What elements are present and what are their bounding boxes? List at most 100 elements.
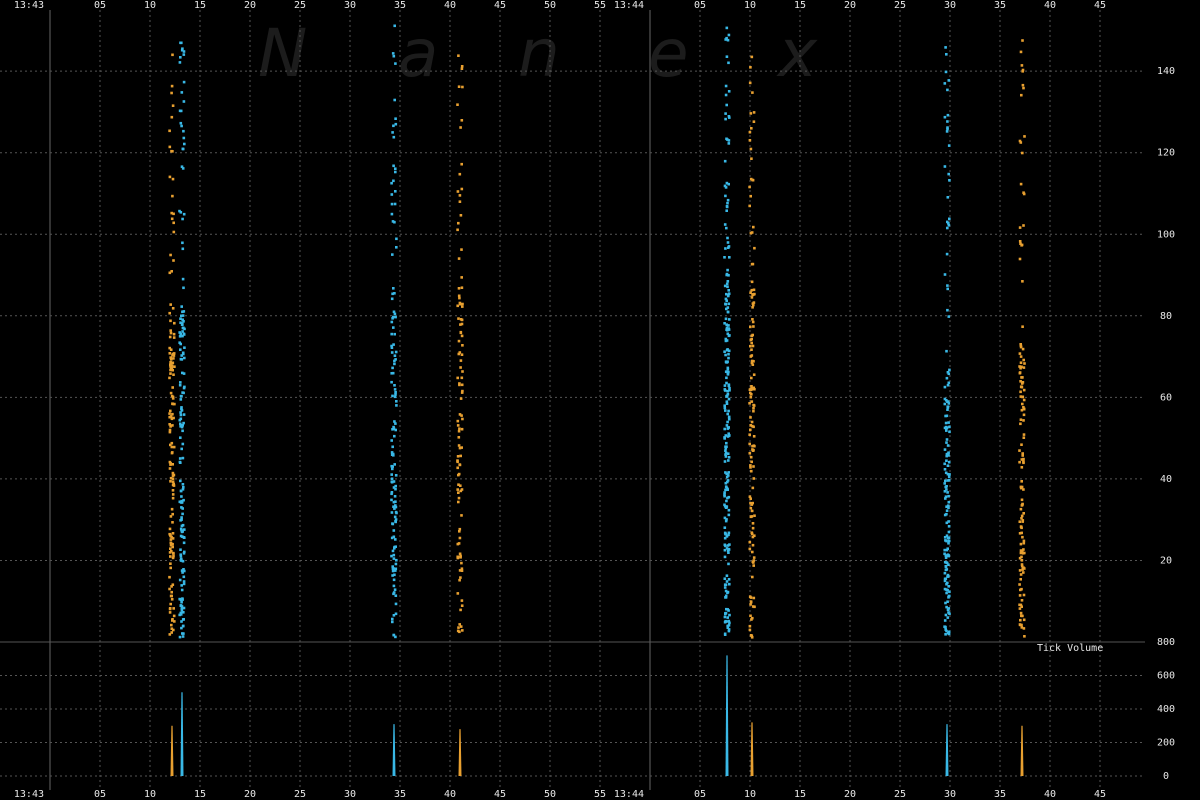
price-point — [391, 131, 394, 134]
tick-volume-title: Tick Volume — [1037, 643, 1103, 654]
price-point — [946, 581, 949, 585]
price-point — [748, 628, 752, 632]
price-point — [457, 317, 460, 320]
price-point — [945, 512, 948, 516]
price-point — [727, 551, 730, 554]
price-point — [748, 402, 751, 405]
price-point — [171, 150, 174, 153]
price-point — [1022, 618, 1026, 622]
price-point — [180, 165, 184, 168]
price-point — [750, 515, 754, 518]
price-point — [172, 212, 175, 216]
price-point — [726, 412, 729, 416]
price-point — [168, 352, 172, 355]
price-point — [168, 428, 172, 432]
price-point — [171, 354, 174, 357]
price-point — [390, 473, 393, 476]
price-point — [945, 591, 948, 595]
price-point — [169, 358, 173, 361]
price-point — [751, 344, 755, 348]
price-point — [178, 61, 182, 64]
price-point — [751, 359, 754, 363]
x-tick-label-bottom: 30 — [944, 789, 956, 800]
price-point — [181, 523, 185, 527]
x-tick-label-top: 20 — [244, 0, 256, 11]
price-point — [943, 385, 947, 389]
price-point — [749, 391, 752, 395]
price-point — [1022, 398, 1026, 402]
price-point — [182, 568, 185, 571]
price-point — [943, 115, 947, 119]
price-point — [171, 451, 174, 454]
price-point — [1022, 541, 1026, 545]
price-point — [727, 531, 731, 535]
price-point — [725, 55, 729, 58]
price-point — [395, 400, 398, 403]
price-point — [457, 85, 461, 88]
price-point — [168, 423, 171, 426]
price-point — [748, 433, 751, 436]
price-point — [393, 420, 396, 423]
price-point — [946, 408, 949, 411]
watermark-letter: x — [776, 15, 818, 92]
price-point — [945, 438, 949, 441]
price-point — [456, 419, 460, 423]
price-point — [391, 522, 395, 526]
x-tick-label-bottom: 50 — [544, 789, 556, 800]
price-point — [947, 525, 951, 528]
price-point — [723, 516, 727, 520]
price-point — [944, 556, 948, 559]
price-point — [723, 633, 727, 636]
price-point — [724, 471, 727, 474]
y-tick-label: 20 — [1160, 555, 1172, 566]
price-point — [168, 575, 171, 579]
price-point — [943, 625, 947, 629]
price-point — [460, 376, 464, 380]
price-point — [392, 343, 395, 346]
price-point — [456, 488, 459, 491]
price-point — [750, 337, 753, 341]
price-point — [727, 115, 731, 118]
price-point — [752, 465, 755, 468]
price-point — [183, 356, 186, 360]
x-tick-label-top: 13:43 — [14, 0, 44, 11]
price-point — [727, 397, 731, 401]
price-point — [946, 464, 950, 467]
price-point — [171, 489, 175, 492]
price-point — [179, 121, 183, 125]
price-point — [749, 416, 752, 419]
price-point — [180, 124, 183, 128]
price-point — [749, 596, 753, 599]
price-point — [728, 389, 731, 392]
x-tick-label-bottom: 05 — [94, 789, 106, 800]
price-point — [394, 520, 397, 524]
price-point — [945, 568, 949, 571]
price-point — [948, 217, 951, 221]
price-point — [179, 56, 182, 59]
price-point — [947, 315, 951, 318]
price-point — [391, 465, 394, 468]
price-point — [946, 371, 950, 374]
price-point — [727, 293, 730, 297]
price-point — [943, 82, 947, 85]
x-tick-label-top: 40 — [444, 0, 456, 11]
price-point — [1019, 422, 1022, 426]
price-point — [1021, 83, 1025, 87]
price-point — [181, 314, 185, 317]
price-point — [723, 543, 727, 547]
price-point — [728, 613, 731, 617]
price-point — [1023, 551, 1026, 555]
price-point — [1022, 191, 1025, 194]
price-point — [724, 112, 727, 115]
price-point — [390, 536, 394, 540]
price-point — [946, 444, 950, 447]
price-point — [945, 429, 948, 432]
price-point — [391, 549, 395, 553]
price-point — [1019, 355, 1023, 358]
price-point — [179, 332, 182, 336]
price-point — [182, 129, 185, 133]
price-point — [179, 489, 183, 493]
price-point — [1019, 578, 1022, 581]
price-point — [727, 33, 731, 37]
price-point — [181, 147, 185, 151]
